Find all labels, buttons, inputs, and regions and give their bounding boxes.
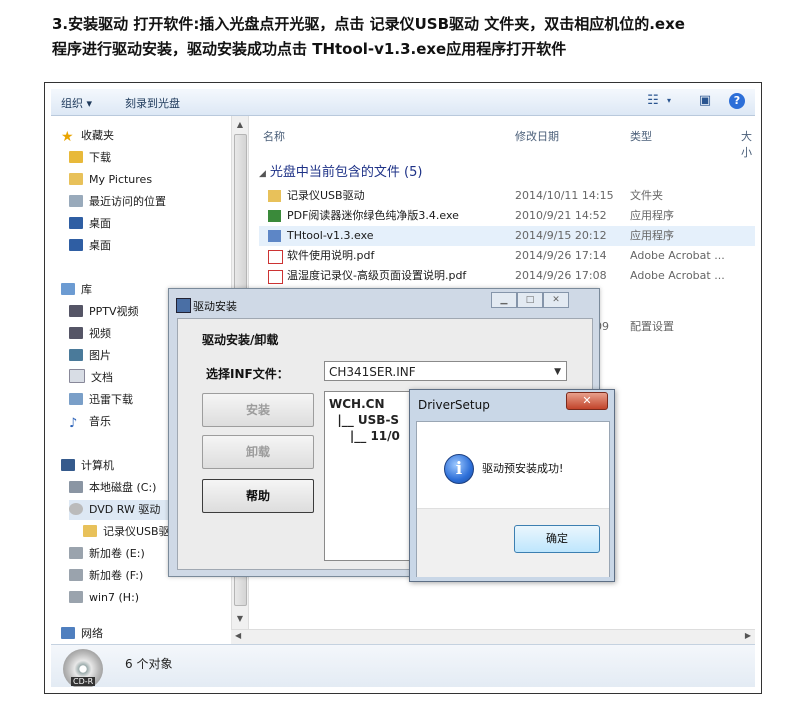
dialog-title: DriverSetup xyxy=(418,398,490,412)
file-row[interactable]: PDF阅读器迷你绿色纯净版3.4.exe 2010/9/21 14:52 应用程… xyxy=(259,206,755,226)
chevron-down-icon[interactable]: ▼ xyxy=(554,362,561,382)
maximize-button[interactable]: □ xyxy=(517,292,543,308)
app-exe-icon xyxy=(268,230,281,242)
organize-button[interactable]: 组织 ▾ xyxy=(61,95,92,111)
dvd-drive-icon xyxy=(69,503,83,515)
pdf-icon xyxy=(268,270,283,284)
scroll-right-icon[interactable]: ▶ xyxy=(745,631,751,640)
help-icon[interactable]: ? xyxy=(729,93,745,109)
nav-desktop-2[interactable]: 桌面 xyxy=(69,236,111,256)
close-button[interactable]: ✕ xyxy=(543,292,569,308)
minimize-button[interactable]: ▁ xyxy=(491,292,517,308)
column-date[interactable]: 修改日期 xyxy=(515,128,559,144)
nav-pptv[interactable]: PPTV视频 xyxy=(69,302,139,322)
instruction-text: 3.安装驱动 打开软件:插入光盘点开光驱，点击 记录仪USB驱动 文件夹，双击相… xyxy=(52,12,685,62)
drive-icon xyxy=(69,591,83,603)
file-row-selected[interactable]: THtool-v1.3.exe 2014/9/15 20:12 应用程序 xyxy=(259,226,755,246)
file-row[interactable]: 软件使用说明.pdf 2014/9/26 17:14 Adobe Acrobat… xyxy=(259,246,755,266)
video-library-icon xyxy=(69,305,83,317)
download-folder-icon xyxy=(69,151,83,163)
dialog-footer: 确定 xyxy=(417,508,609,577)
drive-icon xyxy=(69,481,83,493)
info-icon: i xyxy=(444,454,474,484)
nav-music[interactable]: ♪ 音乐 xyxy=(69,412,111,432)
folder-icon xyxy=(69,173,83,185)
cd-disc-icon: CD-R xyxy=(63,649,103,687)
ok-button[interactable]: 确定 xyxy=(514,525,600,553)
preview-pane-icon[interactable]: ▣ xyxy=(697,93,713,109)
folder-icon xyxy=(83,525,97,537)
library-icon xyxy=(61,283,75,295)
folder-icon xyxy=(268,190,281,202)
column-name[interactable]: 名称 xyxy=(263,128,285,144)
group-header[interactable]: ◢ 光盘中当前包含的文件 (5) xyxy=(259,161,422,180)
nav-drive-c[interactable]: 本地磁盘 (C:) xyxy=(69,478,156,498)
scroll-down-icon[interactable]: ▼ xyxy=(232,612,248,626)
inf-label: 选择INF文件： xyxy=(206,367,289,381)
item-count: 6 个对象 xyxy=(125,657,173,671)
nav-videos[interactable]: 视频 xyxy=(69,324,111,344)
nav-desktop-1[interactable]: 桌面 xyxy=(69,214,111,234)
file-row[interactable]: 记录仪USB驱动 2014/10/11 14:15 文件夹 xyxy=(259,186,755,206)
drive-icon xyxy=(69,569,83,581)
pdf-exe-icon xyxy=(268,210,281,222)
nav-downloads[interactable]: 下载 xyxy=(69,148,111,168)
nav-xunlei[interactable]: 迅雷下载 xyxy=(69,390,133,410)
explorer-toolbar: 组织 ▾ 刻录到光盘 ☷ ▾ ▣ ? xyxy=(51,89,755,116)
nav-drive-f[interactable]: 新加卷 (F:) xyxy=(69,566,143,586)
app-icon xyxy=(176,298,191,313)
document-library-icon xyxy=(69,369,85,383)
network-icon xyxy=(61,627,75,639)
burn-to-disc-button[interactable]: 刻录到光盘 xyxy=(125,95,180,111)
drive-icon xyxy=(69,547,83,559)
nav-favorites[interactable]: ★ 收藏夹 xyxy=(61,126,114,146)
instruction-line-2: 程序进行驱动安装，驱动安装成功点击 THtool-v1.3.exe应用程序打开软… xyxy=(52,40,567,58)
instruction-line-1: 3.安装驱动 打开软件:插入光盘点开光驱，点击 记录仪USB驱动 文件夹，双击相… xyxy=(52,15,685,33)
nav-usb-driver-folder[interactable]: 记录仪USB驱 xyxy=(83,522,170,542)
computer-icon xyxy=(61,459,75,471)
file-row[interactable]: 温湿度记录仪-高级页面设置说明.pdf 2014/9/26 17:08 Adob… xyxy=(259,266,755,286)
nav-network[interactable]: 网络 xyxy=(61,624,103,644)
scroll-up-icon[interactable]: ▲ xyxy=(232,118,248,132)
driver-window-title: 驱动安装 xyxy=(193,300,237,313)
status-bar: CD-R 6 个对象 xyxy=(51,644,755,687)
nav-documents[interactable]: 文档 xyxy=(69,368,113,388)
driver-setup-dialog: DriverSetup ✕ i 驱动预安装成功! 确定 xyxy=(409,389,615,582)
column-size[interactable]: 大小 xyxy=(741,128,755,160)
nav-pictures[interactable]: 图片 xyxy=(69,346,111,366)
collapse-triangle-icon[interactable]: ◢ xyxy=(259,169,266,179)
music-library-icon: ♪ xyxy=(69,416,78,431)
chevron-down-icon[interactable]: ▾ xyxy=(661,93,677,109)
driver-subtitle: 驱动安装/卸载 xyxy=(202,333,279,347)
uninstall-button[interactable]: 卸载 xyxy=(202,435,314,469)
inf-select[interactable]: CH341SER.INF ▼ xyxy=(324,361,567,381)
nav-drive-h[interactable]: win7 (H:) xyxy=(69,588,139,608)
dialog-body: i 驱动预安装成功! 确定 xyxy=(416,421,610,577)
screenshot-frame: 组织 ▾ 刻录到光盘 ☷ ▾ ▣ ? ★ 收藏夹 下载 My Pictures 最… xyxy=(44,82,762,694)
nav-my-pictures[interactable]: My Pictures xyxy=(69,170,152,190)
nav-libraries[interactable]: 库 xyxy=(61,280,92,300)
nav-computer[interactable]: 计算机 xyxy=(61,456,114,476)
picture-library-icon xyxy=(69,349,83,361)
recent-places-icon xyxy=(69,195,83,207)
desktop-icon xyxy=(69,239,83,251)
star-icon: ★ xyxy=(61,129,74,145)
close-icon[interactable]: ✕ xyxy=(566,392,608,410)
horizontal-scrollbar[interactable]: ◀ ▶ xyxy=(231,629,755,645)
download-library-icon xyxy=(69,393,83,405)
explorer-window: 组织 ▾ 刻录到光盘 ☷ ▾ ▣ ? ★ 收藏夹 下载 My Pictures 最… xyxy=(51,89,755,687)
dialog-message: 驱动预安装成功! xyxy=(482,462,564,475)
view-options-icon[interactable]: ☷ xyxy=(645,93,661,109)
column-type[interactable]: 类型 xyxy=(630,128,652,144)
pdf-icon xyxy=(268,250,283,264)
help-button[interactable]: 帮助 xyxy=(202,479,314,513)
install-button[interactable]: 安装 xyxy=(202,393,314,427)
desktop-icon xyxy=(69,217,83,229)
nav-drive-e[interactable]: 新加卷 (E:) xyxy=(69,544,145,564)
nav-recent-places[interactable]: 最近访问的位置 xyxy=(69,192,166,212)
video-library-icon xyxy=(69,327,83,339)
scroll-left-icon[interactable]: ◀ xyxy=(235,631,241,640)
